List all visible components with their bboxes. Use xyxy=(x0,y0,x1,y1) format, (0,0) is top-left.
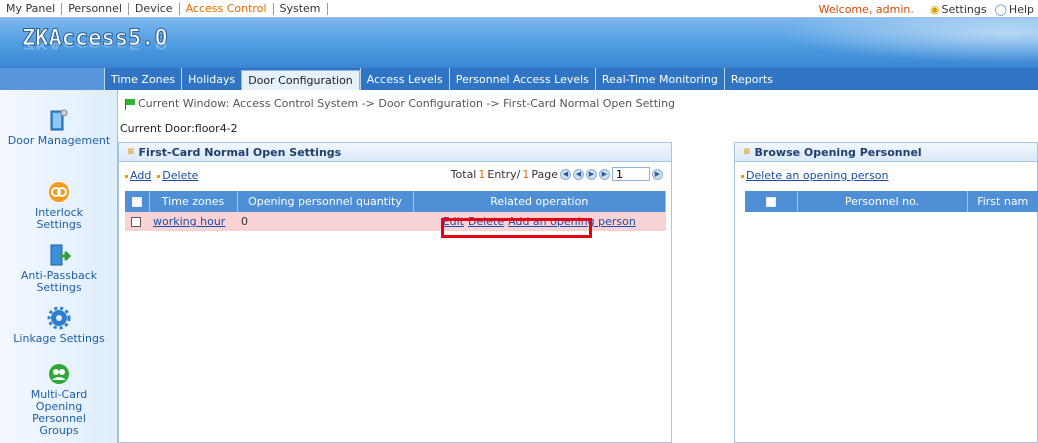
anti-passback-icon xyxy=(50,244,71,266)
help-icon: ◯ xyxy=(994,2,1007,16)
first-card-table: Time zones Opening personnel quantity Re… xyxy=(125,191,666,231)
add-opening-person-link[interactable]: Add an opening person xyxy=(508,215,636,228)
row-checkbox[interactable] xyxy=(131,217,141,227)
panel-header: ≡ First-Card Normal Open Settings xyxy=(119,143,671,162)
tab-bar: Time Zones Holidays Door Configuration A… xyxy=(0,68,1038,90)
top-menu: My Panel Personnel Device Access Control… xyxy=(0,0,1038,18)
time-zone-cell: working hour xyxy=(149,212,237,231)
group-icon xyxy=(49,364,69,384)
prev-page-icon[interactable]: ◀ xyxy=(573,168,584,180)
column-header-personnel-no: Personnel no. xyxy=(797,191,968,212)
gear-icon xyxy=(47,306,71,330)
pager-total-label: Total xyxy=(450,167,477,181)
table-row: working hour 0 Edit Delete Add an opening … xyxy=(125,212,666,231)
menu-system[interactable]: System xyxy=(274,2,328,15)
flag-icon xyxy=(124,98,136,110)
go-page-icon[interactable]: ▶ xyxy=(652,168,663,180)
help-link[interactable]: ◯ Help xyxy=(995,3,1034,16)
quantity-cell: 0 xyxy=(237,212,413,231)
breadcrumb: Current Window: Access Control System ->… xyxy=(124,97,675,110)
menu-personnel[interactable]: Personnel xyxy=(62,2,129,15)
select-all-header[interactable] xyxy=(745,191,798,212)
bullet-icon xyxy=(157,174,161,178)
first-card-settings-panel: ≡ First-Card Normal Open Settings Add De… xyxy=(118,142,672,443)
select-all-header[interactable] xyxy=(125,191,150,212)
header-bars-icon: ≡ xyxy=(743,147,751,157)
banner-swoosh xyxy=(738,18,1038,68)
header-banner: ZKAccess5.0 ZKAccess5.0 xyxy=(0,18,1038,68)
door-icon xyxy=(50,109,68,131)
settings-label: Settings xyxy=(941,2,987,16)
delete-opening-person-link[interactable]: Delete an opening person xyxy=(746,169,889,182)
tab-bar-spacer xyxy=(0,68,104,90)
tab-time-zones[interactable]: Time Zones xyxy=(104,68,181,90)
pager-page-label: Page xyxy=(531,167,558,181)
sidebar-item-multi-card-groups[interactable]: Multi-Card Opening Personnel Groups xyxy=(0,362,118,437)
sidebar: Door Management Interlock Settings Anti-… xyxy=(0,90,118,443)
tab-reports[interactable]: Reports xyxy=(723,68,779,90)
sidebar-item-label: Anti-Passback Settings xyxy=(20,269,98,294)
sidebar-item-linkage-settings[interactable]: Linkage Settings xyxy=(0,306,118,345)
sidebar-item-anti-passback-settings[interactable]: Anti-Passback Settings xyxy=(0,243,118,294)
bullet-icon xyxy=(125,174,128,178)
browse-opening-personnel-panel: ≡ Browse Opening Personnel Delete an ope… xyxy=(734,142,1038,443)
interlock-icon xyxy=(49,182,69,202)
row-checkbox-cell[interactable] xyxy=(125,212,149,231)
sidebar-item-label: Interlock Settings xyxy=(34,206,84,231)
column-header-time-zones: Time zones xyxy=(149,191,238,212)
header-bars-icon: ≡ xyxy=(127,147,135,157)
opening-personnel-table: Personnel no. First nam xyxy=(745,191,1038,212)
sidebar-item-door-management[interactable]: Door Management xyxy=(0,108,118,147)
pager-entry-label: Entry/ xyxy=(487,167,521,181)
add-link[interactable]: Add xyxy=(130,169,151,182)
panel-header: ≡ Browse Opening Personnel xyxy=(735,143,1037,162)
app-logo-reflection: ZKAccess5.0 xyxy=(22,38,168,52)
menu-my-panel[interactable]: My Panel xyxy=(0,2,63,15)
toolbar: Add Delete xyxy=(125,169,198,182)
tab-real-time-monitoring[interactable]: Real-Time Monitoring xyxy=(594,68,724,90)
sidebar-item-label: Multi-Card Opening Personnel Groups xyxy=(30,388,88,437)
toolbar: Delete an opening person xyxy=(741,169,889,182)
column-header-first-name: First nam xyxy=(967,191,1038,212)
delete-link[interactable]: Delete xyxy=(162,169,198,182)
pager-pages-num: 1 xyxy=(522,167,530,181)
column-header-quantity: Opening personnel quantity xyxy=(237,191,414,212)
top-right-links: Welcome, admin. ◉ Settings ◯ Help xyxy=(819,0,1038,18)
sidebar-item-label: Linkage Settings xyxy=(13,332,105,345)
tab-door-configuration[interactable]: Door Configuration xyxy=(241,70,360,90)
select-all-checkbox[interactable] xyxy=(765,197,776,207)
next-page-icon[interactable]: ▶ xyxy=(586,168,597,180)
page-number-input[interactable] xyxy=(612,167,650,181)
menu-access-control[interactable]: Access Control xyxy=(180,2,274,15)
sidebar-item-interlock-settings[interactable]: Interlock Settings xyxy=(0,180,118,231)
tab-access-levels[interactable]: Access Levels xyxy=(359,68,449,90)
pager-total-num: 1 xyxy=(478,167,486,181)
breadcrumb-text: Current Window: Access Control System ->… xyxy=(138,97,676,110)
panel-title: Browse Opening Personnel xyxy=(754,145,922,159)
delete-row-link[interactable]: Delete xyxy=(468,215,504,228)
help-label: Help xyxy=(1008,2,1034,16)
welcome-text: Welcome, admin. xyxy=(818,2,914,16)
edit-link[interactable]: Edit xyxy=(443,215,464,228)
select-all-checkbox[interactable] xyxy=(131,197,142,207)
time-zone-link[interactable]: working hour xyxy=(153,215,225,228)
menu-device[interactable]: Device xyxy=(129,2,180,15)
current-door-label: Current Door:floor4-2 xyxy=(120,122,238,135)
bullet-icon xyxy=(741,174,744,178)
column-header-related-operation: Related operation xyxy=(413,191,666,212)
panel-title: First-Card Normal Open Settings xyxy=(138,145,342,159)
pager: Total 1 Entry/1 Page ◀ ◀ ▶ ▶ ▶ xyxy=(451,167,663,181)
sidebar-item-label: Door Management xyxy=(7,134,111,147)
tab-personnel-access-levels[interactable]: Personnel Access Levels xyxy=(448,68,595,90)
settings-icon: ◉ xyxy=(929,2,940,16)
tab-holidays[interactable]: Holidays xyxy=(181,68,241,90)
settings-link[interactable]: ◉ Settings xyxy=(930,3,987,16)
last-page-icon[interactable]: ▶ xyxy=(599,168,610,180)
first-page-icon[interactable]: ◀ xyxy=(560,168,571,180)
operations-cell: Edit Delete Add an opening person xyxy=(413,212,666,231)
